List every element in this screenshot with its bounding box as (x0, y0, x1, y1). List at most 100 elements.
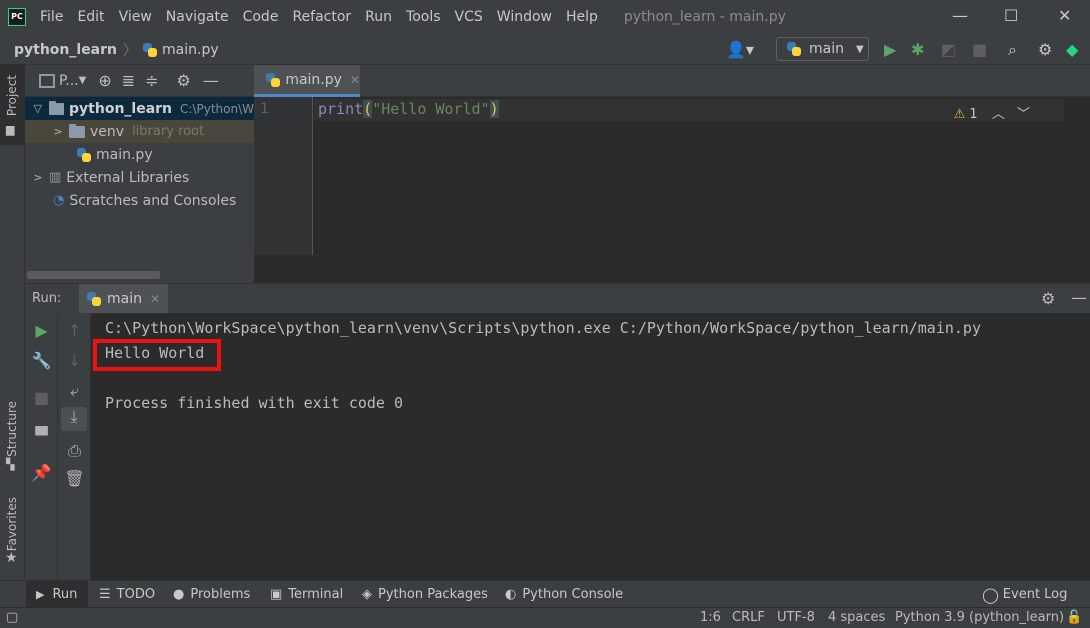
tool-terminal[interactable]: ▣ Terminal (270, 581, 343, 608)
hide-panel-icon[interactable]: — (1071, 288, 1087, 307)
project-panel-header: P... ▼ ⊕ ≣ ≑ ⚙ — (25, 65, 254, 97)
tree-item-hint: library root (132, 124, 205, 139)
inspection-widget[interactable]: ⚠ 1 ︿ ﹀ (954, 103, 1030, 122)
code-line[interactable]: print("Hello World") (318, 100, 499, 118)
coverage-icon[interactable]: ◩ (941, 40, 956, 59)
chevron-down-icon[interactable]: ▽ (31, 102, 45, 115)
run-toolbar-secondary: ↑ ↓ ⤶ ⤓ ⎙ 🗑 (58, 313, 91, 580)
tool-python-console[interactable]: ◐ Python Console (505, 581, 623, 608)
tool-python-packages[interactable]: ◈ Python Packages (362, 581, 488, 608)
tree-item-external-libraries[interactable]: > ▥ External Libraries (25, 166, 254, 189)
settings-gear-icon[interactable]: ⚙ (1038, 40, 1052, 59)
tree-item-python-learn[interactable]: ▽ python_learn C:\Python\W (25, 97, 254, 120)
close-tab-icon[interactable]: ✕ (150, 292, 160, 306)
chevron-down-icon[interactable]: ﹀ (1017, 107, 1030, 122)
tool-label: Python Packages (378, 587, 488, 602)
code-with-me-icon[interactable]: ◆ (1066, 40, 1078, 59)
layout-icon[interactable]: ▀ (25, 426, 58, 445)
chevron-down-icon[interactable]: ▼ (79, 75, 87, 86)
line-number: 1 (260, 101, 269, 117)
structure-icon: ▚ (6, 458, 15, 471)
menu-view[interactable]: View (119, 9, 152, 25)
menu-run[interactable]: Run (365, 9, 392, 25)
run-config-label: main (809, 41, 844, 57)
menu-edit[interactable]: Edit (77, 9, 104, 25)
pin-icon[interactable]: 📌 (25, 463, 58, 482)
line-separator[interactable]: CRLF (732, 610, 765, 625)
tool-todo[interactable]: ☰ TODO (99, 581, 155, 608)
maximize-icon[interactable]: ☐ (1004, 6, 1018, 25)
menu-vcs[interactable]: VCS (455, 9, 483, 25)
status-bar: ▢ 1:6 CRLF UTF-8 4 spaces Python 3.9 (py… (0, 607, 1090, 628)
rerun-icon[interactable]: ▶ (25, 321, 58, 340)
breadcrumb-separator: 〉 (123, 43, 138, 59)
breadcrumb-file[interactable]: main.py (162, 42, 219, 58)
menu-navigate[interactable]: Navigate (166, 9, 229, 25)
python-file-icon (266, 72, 281, 87)
soft-wrap-icon[interactable]: ⤶ (58, 381, 91, 401)
file-encoding[interactable]: UTF-8 (777, 610, 815, 625)
stop-icon[interactable]: ■ (972, 40, 987, 59)
menu-code[interactable]: Code (243, 9, 279, 25)
panel-settings-icon[interactable]: ⚙ (177, 71, 191, 90)
tool-label: Terminal (288, 587, 344, 602)
tab-main-py[interactable]: main.py ✕ (254, 65, 360, 97)
project-tool-button[interactable]: Project ▆ (0, 65, 25, 145)
chevron-up-icon[interactable]: ︿ (992, 107, 1005, 122)
arrow-up-icon[interactable]: ↑ (58, 321, 91, 340)
hide-panel-icon[interactable]: — (203, 71, 219, 90)
user-account-icon[interactable]: 👤▾ (726, 40, 754, 59)
run-console[interactable]: C:\Python\WorkSpace\python_learn\venv\Sc… (92, 313, 1090, 580)
tree-item-label: main.py (96, 146, 153, 163)
terminal-icon: ▣ (270, 587, 283, 602)
project-view-selector[interactable]: P... (59, 73, 79, 89)
lock-icon[interactable]: 🔓 (1066, 610, 1082, 625)
arrow-down-icon[interactable]: ↓ (58, 351, 91, 370)
indentation[interactable]: 4 spaces (828, 610, 885, 625)
menu-file[interactable]: File (40, 9, 63, 25)
run-config-selector[interactable]: main ▼ (776, 37, 869, 61)
minimize-icon[interactable]: — (952, 6, 968, 25)
chevron-right-icon[interactable]: > (51, 125, 65, 138)
stop-icon[interactable]: ■ (25, 388, 58, 407)
run-icon[interactable]: ▶ (884, 40, 896, 59)
tool-problems[interactable]: ● Problems (173, 581, 250, 608)
horizontal-scrollbar[interactable] (27, 271, 160, 279)
tool-run[interactable]: ▶ Run (26, 581, 88, 608)
packages-icon: ◈ (362, 587, 372, 602)
favorites-tool-label[interactable]: Favorites (5, 497, 19, 551)
tree-item-path: C:\Python\W (180, 101, 254, 116)
run-settings-gear-icon[interactable]: ⚙ (1041, 289, 1055, 308)
run-tab-main[interactable]: main ✕ (79, 284, 169, 314)
structure-tool-label[interactable]: Structure (5, 401, 19, 457)
debug-icon[interactable]: ✱ (911, 40, 924, 59)
locate-file-icon[interactable]: ⊕ (98, 71, 111, 90)
menu-tools[interactable]: Tools (406, 9, 441, 25)
wrench-icon[interactable]: 🔧 (25, 351, 58, 370)
menu-refactor[interactable]: Refactor (292, 9, 351, 25)
expand-all-icon[interactable]: ≣ (122, 71, 135, 90)
run-panel-header: Run: main ✕ ⚙ — (25, 283, 1090, 314)
print-icon[interactable]: ⎙ (58, 441, 91, 461)
highlight-annotation-box (93, 339, 221, 371)
tool-label: Event Log (1002, 587, 1068, 602)
breadcrumb-project[interactable]: python_learn (14, 42, 117, 58)
tree-item-main-py[interactable]: main.py (25, 143, 254, 166)
collapse-all-icon[interactable]: ≑ (145, 71, 158, 90)
caret-position[interactable]: 1:6 (700, 610, 721, 625)
code-editor[interactable]: 1 print("Hello World") ⚠ 1 ︿ ﹀ (254, 97, 1090, 283)
python-interpreter[interactable]: Python 3.9 (python_learn) (895, 610, 1064, 625)
tree-item-venv[interactable]: > venv library root (25, 120, 254, 143)
toggle-tool-windows-icon[interactable]: ▢ (6, 610, 18, 625)
tree-item-scratches[interactable]: ◔ Scratches and Consoles (25, 189, 254, 212)
close-window-icon[interactable]: ✕ (1058, 6, 1071, 25)
tool-event-log[interactable]: ◯ Event Log (982, 581, 1067, 608)
menu-help[interactable]: Help (566, 9, 598, 25)
close-tab-icon[interactable]: ✕ (350, 73, 360, 87)
search-icon[interactable]: ⌕ (1008, 40, 1017, 60)
scroll-to-end-icon[interactable]: ⤓ (61, 407, 87, 431)
trash-icon[interactable]: 🗑 (58, 469, 91, 488)
chevron-right-icon[interactable]: > (31, 171, 45, 184)
menu-window[interactable]: Window (497, 9, 552, 25)
python-icon (787, 42, 801, 56)
